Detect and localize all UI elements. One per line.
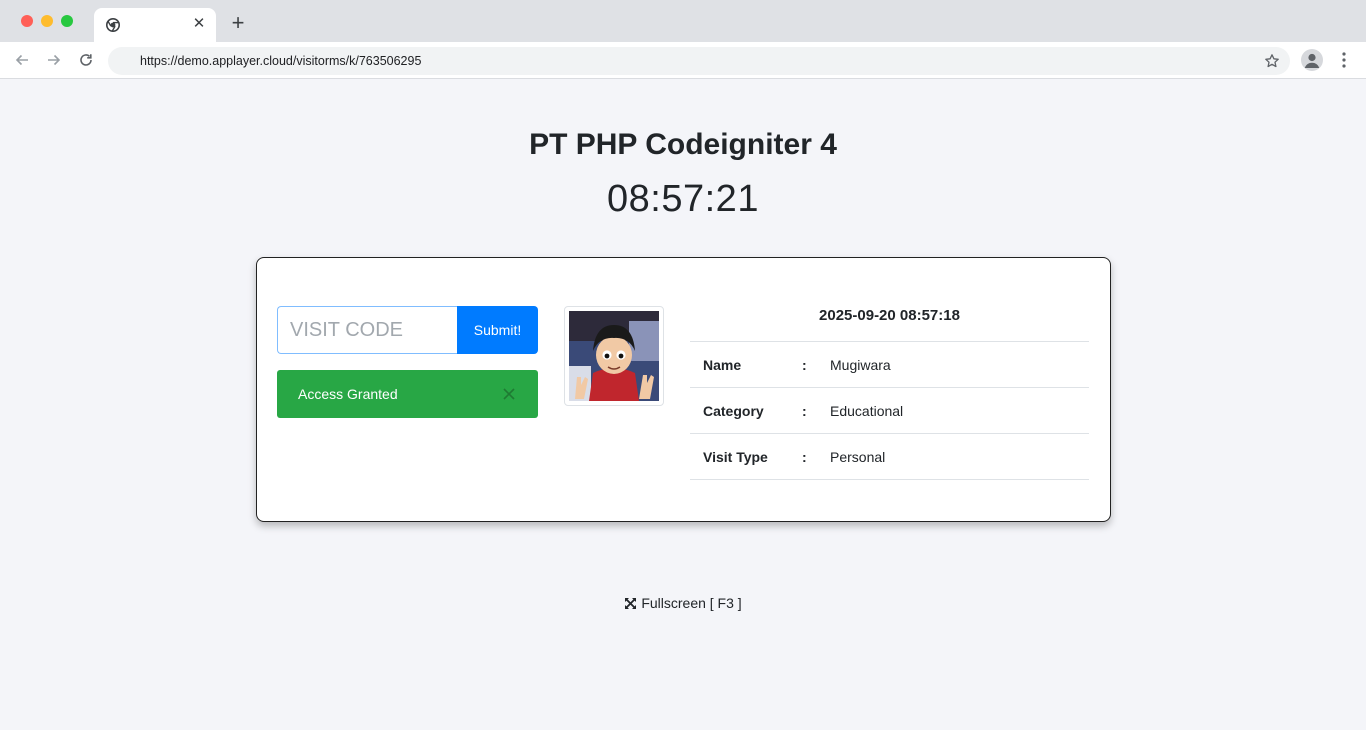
alert-text: Access Granted <box>298 386 398 402</box>
star-icon[interactable] <box>1264 53 1280 69</box>
info-value: Educational <box>830 403 904 419</box>
info-row-category: Category : Educational <box>690 388 1089 434</box>
window-minimize-button[interactable] <box>41 15 53 27</box>
expand-icon <box>625 597 637 609</box>
visitor-info-table: 2025-09-20 08:57:18 Name : Mugiwara Cate… <box>690 300 1089 480</box>
info-value: Mugiwara <box>830 357 891 373</box>
back-arrow-icon[interactable] <box>12 50 32 70</box>
close-icon[interactable] <box>502 387 516 401</box>
info-separator: : <box>802 403 807 419</box>
visitor-photo <box>569 311 659 401</box>
fullscreen-label: Fullscreen [ F3 ] <box>641 595 742 611</box>
info-separator: : <box>802 449 807 465</box>
chrome-favicon <box>106 18 120 32</box>
profile-icon[interactable] <box>1301 49 1323 71</box>
visitor-card: Submit! Access Granted 2025-09-20 08:57:… <box>256 257 1111 522</box>
kebab-menu-icon[interactable] <box>1336 50 1352 70</box>
new-tab-button[interactable]: + <box>227 12 249 35</box>
url-text[interactable]: https://demo.applayer.cloud/visitorms/k/… <box>140 47 421 75</box>
window-maximize-button[interactable] <box>61 15 73 27</box>
visit-code-input[interactable] <box>277 306 458 354</box>
browser-toolbar: https://demo.applayer.cloud/visitorms/k/… <box>0 42 1366 79</box>
info-value: Personal <box>830 449 886 465</box>
page-title: PT PHP Codeigniter 4 <box>529 128 837 161</box>
reload-icon[interactable] <box>76 50 96 70</box>
fullscreen-footer: Fullscreen [ F3 ] <box>0 595 1366 613</box>
visit-datetime: 2025-09-20 08:57:18 <box>690 300 1089 342</box>
window-close-button[interactable] <box>21 15 33 27</box>
forward-arrow-icon[interactable] <box>44 50 64 70</box>
submit-button[interactable]: Submit! <box>457 306 538 354</box>
avatar <box>564 306 664 406</box>
fullscreen-link[interactable]: Fullscreen [ F3 ] <box>624 595 742 611</box>
browser-tab[interactable]: ✕ <box>94 8 216 42</box>
address-bar[interactable]: https://demo.applayer.cloud/visitorms/k/… <box>108 47 1290 75</box>
info-label: Name <box>703 357 742 373</box>
tab-close-icon[interactable]: ✕ <box>190 15 208 33</box>
access-granted-alert: Access Granted <box>277 370 538 418</box>
info-separator: : <box>802 357 807 373</box>
info-label: Category <box>703 403 764 419</box>
clock: 08:57:21 <box>607 178 759 220</box>
browser-tab-bar: ✕ + <box>0 0 1366 42</box>
info-row-visit-type: Visit Type : Personal <box>690 434 1089 480</box>
info-label: Visit Type <box>703 449 768 465</box>
info-row-name: Name : Mugiwara <box>690 342 1089 388</box>
